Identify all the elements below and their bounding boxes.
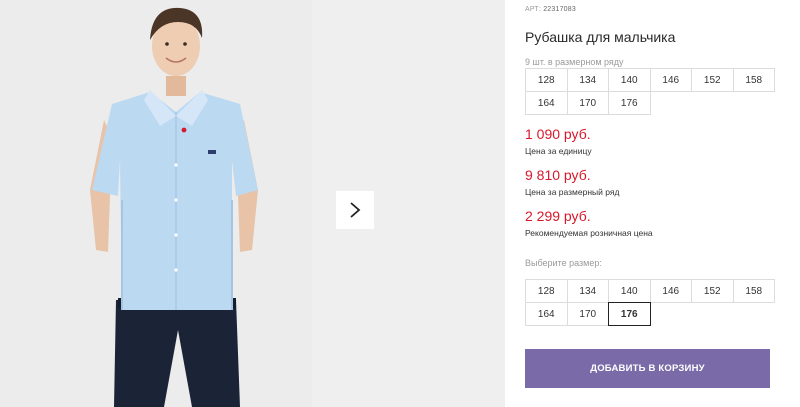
size-row-cell: 146 xyxy=(649,68,692,92)
size-option[interactable]: 170 xyxy=(566,302,609,326)
size-row-cell: 158 xyxy=(732,68,775,92)
size-row-cell: 152 xyxy=(691,68,734,92)
size-row-caption: 9 шт. в размерном ряду xyxy=(525,57,624,67)
size-row-cell: 134 xyxy=(566,68,609,92)
size-row-cell: 128 xyxy=(525,68,568,92)
product-title: Рубашка для мальчика xyxy=(525,29,676,45)
size-row-cell: 140 xyxy=(608,68,651,92)
size-row-cell: 164 xyxy=(525,91,568,115)
size-row-grid: 128 134 140 146 152 158 164 170 176 xyxy=(525,68,775,115)
size-select-grid: 128 134 140 146 152 158 164 170 176 xyxy=(525,279,775,326)
row-price-label: Цена за размерный ряд xyxy=(525,187,620,197)
size-select-caption: Выберите размер: xyxy=(525,258,602,268)
article-prefix: АРТ: xyxy=(525,6,542,13)
size-option[interactable]: 140 xyxy=(608,279,651,303)
row-price: 9 810 руб. xyxy=(525,167,591,183)
unit-price-label: Цена за единицу xyxy=(525,146,592,156)
retail-price: 2 299 руб. xyxy=(525,208,591,224)
size-option[interactable]: 134 xyxy=(566,279,609,303)
chevron-right-icon xyxy=(349,201,361,219)
add-to-cart-button[interactable]: ДОБАВИТЬ В КОРЗИНУ xyxy=(525,349,770,388)
size-option[interactable]: 158 xyxy=(732,279,775,303)
size-row-cell: 170 xyxy=(566,91,609,115)
product-photo[interactable] xyxy=(0,0,312,407)
article-number: АРТ: 22317083 xyxy=(525,6,576,13)
size-row-cell: 176 xyxy=(608,91,651,115)
boy-in-shirt-illustration xyxy=(0,0,312,407)
size-option[interactable]: 176 xyxy=(608,302,651,326)
product-gallery xyxy=(0,0,505,407)
retail-price-label: Рекомендуемая розничная цена xyxy=(525,228,653,238)
size-option[interactable]: 128 xyxy=(525,279,568,303)
size-option[interactable]: 146 xyxy=(649,279,692,303)
size-option[interactable]: 164 xyxy=(525,302,568,326)
article-value: 22317083 xyxy=(543,6,576,13)
size-option[interactable]: 152 xyxy=(691,279,734,303)
gallery-next-button[interactable] xyxy=(336,191,374,229)
unit-price: 1 090 руб. xyxy=(525,126,591,142)
